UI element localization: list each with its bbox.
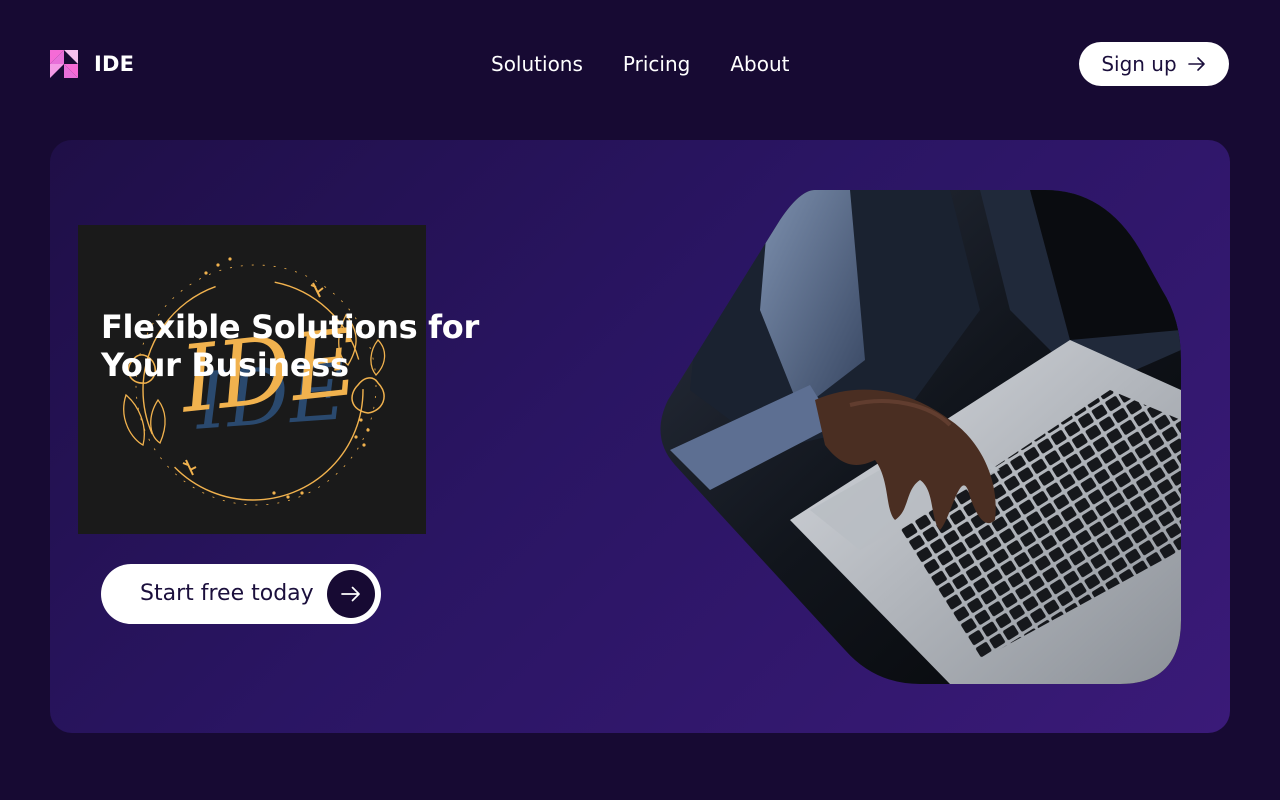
arrow-right-icon [1187, 57, 1205, 71]
hero-laptop-photo [660, 190, 1181, 684]
arrow-right-icon [341, 586, 360, 602]
nav-item-about[interactable]: About [730, 50, 789, 78]
brand-name: IDE [94, 52, 135, 76]
signup-button[interactable]: Sign up [1079, 42, 1229, 86]
site-header: IDE Solutions Pricing About Sign up [0, 0, 1280, 128]
cta-arrow-circle [327, 570, 375, 618]
start-free-button-label: Start free today [140, 581, 314, 606]
hero-title: Flexible Solutions for Your Business [101, 308, 479, 384]
start-free-button[interactable]: Start free today [101, 564, 381, 624]
triangles-logo-icon [50, 50, 78, 78]
hero-section: IDE IDE Flexible Solutions for Your Busi… [50, 140, 1230, 733]
nav-item-solutions[interactable]: Solutions [491, 50, 583, 78]
signup-button-label: Sign up [1101, 52, 1177, 76]
brand-home-link[interactable]: IDE [50, 48, 134, 80]
nav-item-pricing[interactable]: Pricing [623, 50, 690, 78]
main-nav: Solutions Pricing About [491, 50, 789, 78]
